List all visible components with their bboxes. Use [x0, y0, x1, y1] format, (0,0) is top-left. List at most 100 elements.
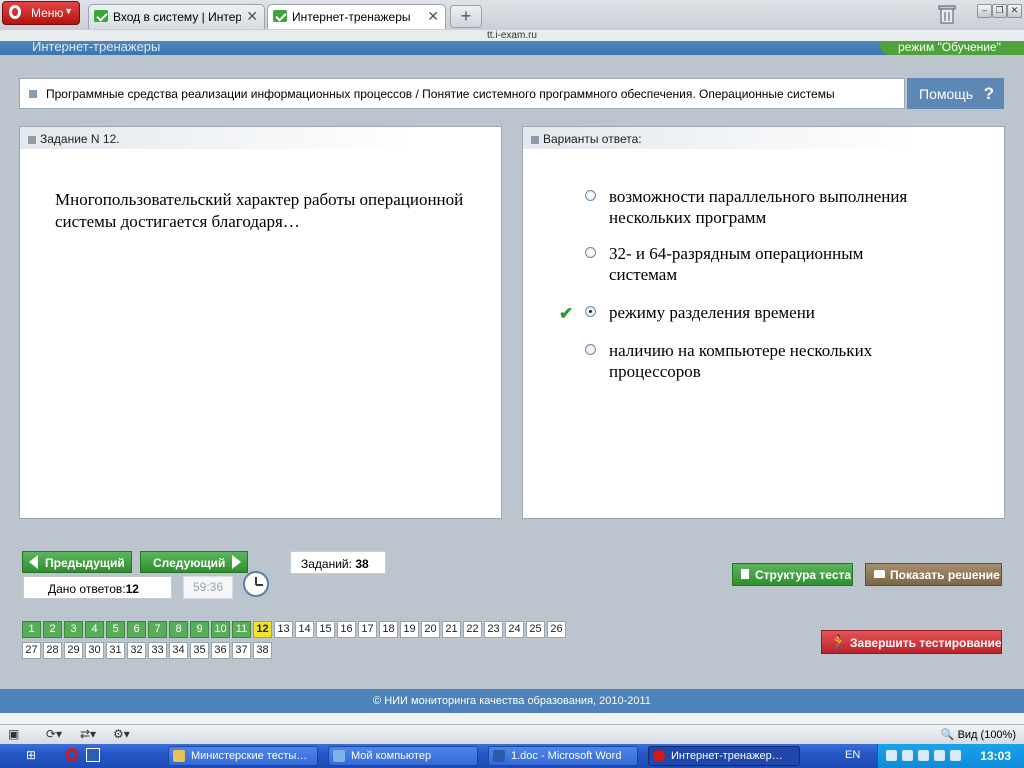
taskbar-item[interactable]: 1.doc - Microsoft Word — [488, 746, 638, 766]
tab-trainers[interactable]: Интернет-тренажеры ✕ — [267, 4, 446, 29]
mode-badge: режим "Обучение" — [880, 41, 1024, 55]
close-tab-icon[interactable]: ✕ — [427, 8, 439, 25]
test-structure-button[interactable]: Структура теста — [732, 563, 853, 586]
question-number-cell[interactable]: 1 — [22, 621, 41, 638]
taskbar-item[interactable]: Министерские тесты… — [168, 746, 318, 766]
language-indicator[interactable]: EN — [845, 749, 860, 761]
question-number-cell[interactable]: 12 — [253, 621, 272, 638]
taskbar-item[interactable]: Мой компьютер — [328, 746, 478, 766]
question-number-cell[interactable]: 2 — [43, 621, 62, 638]
question-number-cell[interactable]: 31 — [106, 642, 125, 659]
radio-button[interactable] — [585, 190, 596, 201]
site-favicon-icon — [94, 10, 108, 22]
taskbar-item-active[interactable]: Интернет-тренажер… — [648, 746, 800, 766]
radio-button[interactable] — [585, 247, 596, 258]
tray-icon[interactable] — [950, 750, 961, 761]
question-number-cell[interactable]: 3 — [64, 621, 83, 638]
question-number-cell[interactable]: 36 — [211, 642, 230, 659]
topic-text: Программные средства реализации информац… — [46, 87, 835, 101]
minimize-button[interactable]: – — [977, 4, 992, 18]
tasks-text: Заданий: 38 — [301, 557, 369, 571]
question-number-cell[interactable]: 30 — [85, 642, 104, 659]
settings-icon[interactable]: ⚙▾ — [113, 727, 130, 741]
trash-icon[interactable] — [938, 4, 956, 24]
question-number-cell[interactable]: 35 — [190, 642, 209, 659]
help-button[interactable]: Помощь ? — [907, 78, 1004, 109]
question-number-cell[interactable]: 32 — [127, 642, 146, 659]
question-number-cell[interactable]: 13 — [274, 621, 293, 638]
chevron-down-icon: ▼ — [64, 6, 73, 16]
network-icon[interactable]: ⇄▾ — [80, 727, 96, 741]
zoom-indicator[interactable]: 🔍 Вид (100%) — [941, 728, 1016, 741]
question-number-cell[interactable]: 14 — [295, 621, 314, 638]
question-number-cell[interactable]: 11 — [232, 621, 251, 638]
close-window-button[interactable]: ✕ — [1007, 4, 1022, 18]
next-label: Следующий — [153, 556, 226, 570]
start-area[interactable]: ⊞ — [0, 744, 56, 768]
system-tray: 13:03 — [877, 744, 1024, 768]
app-quicklaunch-icon[interactable] — [86, 748, 100, 762]
question-number-cell[interactable]: 24 — [505, 621, 524, 638]
answer-text: возможности параллельного выполнения нес… — [609, 187, 908, 227]
question-number-cell[interactable]: 16 — [337, 621, 356, 638]
question-number-cell[interactable]: 4 — [85, 621, 104, 638]
tasks-counter: Заданий: 38 — [290, 551, 386, 574]
question-number-cell[interactable]: 10 — [211, 621, 230, 638]
answered-counter: Дано ответов:12 — [23, 576, 172, 599]
word-icon — [493, 750, 505, 762]
radio-button[interactable] — [585, 344, 596, 355]
close-tab-icon[interactable]: ✕ — [246, 8, 258, 25]
question-number-cell[interactable]: 15 — [316, 621, 335, 638]
question-number-cell[interactable]: 20 — [421, 621, 440, 638]
finish-test-label: Завершить тестирование — [850, 636, 1002, 650]
windows-logo-icon: ⊞ — [26, 748, 37, 762]
opera-quicklaunch-icon[interactable] — [66, 748, 78, 762]
answers-title: Варианты ответа: — [543, 132, 642, 146]
volume-icon[interactable] — [918, 750, 929, 761]
question-number-cell[interactable]: 23 — [484, 621, 503, 638]
network-tray-icon[interactable] — [902, 750, 913, 761]
question-number-cell[interactable]: 26 — [547, 621, 566, 638]
question-number-cell[interactable]: 6 — [127, 621, 146, 638]
question-number-cell[interactable]: 34 — [169, 642, 188, 659]
tray-icon[interactable] — [934, 750, 945, 761]
question-number-cell[interactable]: 22 — [463, 621, 482, 638]
question-number-cell[interactable]: 33 — [148, 642, 167, 659]
next-button[interactable]: Следующий — [140, 551, 248, 573]
answer-text: 32- и 64-разрядным операционным системам — [609, 244, 864, 284]
question-number-cell[interactable]: 21 — [442, 621, 461, 638]
question-number-cell[interactable]: 8 — [169, 621, 188, 638]
question-number-cell[interactable]: 17 — [358, 621, 377, 638]
new-tab-button[interactable]: + — [450, 5, 482, 28]
question-text: Многопользовательский характер работы оп… — [55, 190, 464, 231]
question-number-cell[interactable]: 28 — [43, 642, 62, 659]
finish-test-button[interactable]: 🏃 Завершить тестирование — [821, 630, 1002, 654]
question-number-cell[interactable]: 25 — [526, 621, 545, 638]
previous-label: Предыдущий — [45, 556, 125, 570]
bullet-square-icon — [28, 136, 36, 144]
restore-button[interactable]: ❐ — [992, 4, 1007, 18]
radio-button-selected[interactable] — [585, 306, 596, 317]
taskbar-item-label: Интернет-тренажер… — [671, 750, 783, 762]
tray-icon[interactable] — [886, 750, 897, 761]
computer-icon — [333, 750, 345, 762]
question-number-cell[interactable]: 7 — [148, 621, 167, 638]
topic-bar: Программные средства реализации информац… — [19, 78, 905, 109]
previous-button[interactable]: Предыдущий — [22, 551, 132, 573]
question-number-cell[interactable]: 9 — [190, 621, 209, 638]
tab-login[interactable]: Вход в систему | Интер… ✕ — [88, 4, 265, 29]
show-solution-button[interactable]: Показать решение — [865, 563, 1002, 586]
question-number-cell[interactable]: 5 — [106, 621, 125, 638]
opera-icon — [653, 750, 665, 762]
panel-toggle-icon[interactable]: ▣ — [8, 727, 19, 741]
refresh-icon[interactable]: ⟳▾ — [46, 727, 62, 741]
question-number-cell[interactable]: 27 — [22, 642, 41, 659]
arrow-left-icon — [29, 555, 38, 569]
opera-menu-button[interactable]: Меню ▼ — [2, 1, 80, 25]
question-number-cell[interactable]: 37 — [232, 642, 251, 659]
question-number-cell[interactable]: 18 — [379, 621, 398, 638]
question-number-cell[interactable]: 19 — [400, 621, 419, 638]
correct-check-icon: ✔ — [559, 304, 574, 323]
question-number-cell[interactable]: 29 — [64, 642, 83, 659]
question-number-cell[interactable]: 38 — [253, 642, 272, 659]
